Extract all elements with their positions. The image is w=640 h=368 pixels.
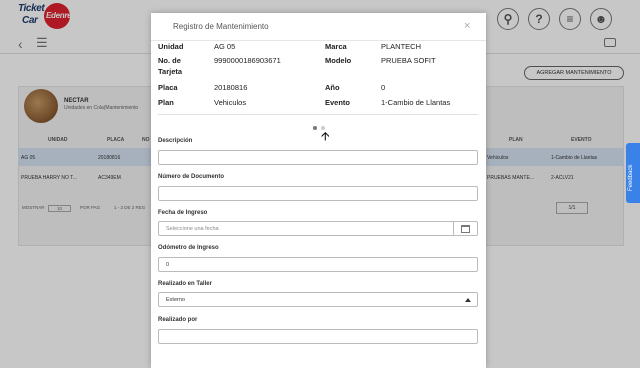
unidad-label: Unidad [158,42,184,51]
tarjeta-label-line2: Tarjeta [158,67,183,76]
taller-label: Realizado en Taller [158,281,212,287]
placa-label: Placa [158,83,178,92]
odometro-label: Odómetro de Ingreso [158,245,219,251]
feedback-label: Feedback [628,164,634,191]
marca-value: PLANTECH [381,42,422,51]
fecha-placeholder: Seleccione una fecha [166,225,219,232]
realizado-input[interactable] [158,329,478,344]
tarjeta-value: 9990000186903671 [214,56,281,65]
anio-value: 0 [381,83,386,92]
taller-select[interactable]: Externo [158,292,478,307]
marca-label: Marca [325,42,347,51]
fecha-label: Fecha de Ingreso [158,210,208,216]
anio-label: Año [325,83,340,92]
evento-value: 1-Cambio de Llantas [381,98,451,107]
divider [158,114,478,115]
plan-value: Vehiculos [214,98,247,107]
documento-label: Número de Documento [158,174,225,180]
calendar-icon [461,224,470,233]
plan-label: Plan [158,98,174,107]
unidad-value: AG 05 [214,42,236,51]
modelo-value: PRUEBA SOFIT [381,56,436,65]
tarjeta-label-line1: No. de [158,56,181,65]
close-icon[interactable]: × [464,20,470,32]
feedback-tab[interactable]: Feedback [626,143,640,203]
documento-input[interactable] [158,186,478,201]
carousel-dot-active[interactable] [313,126,317,130]
placa-value: 20180816 [214,83,248,92]
maintenance-modal: Registro de Mantenimiento × Unidad AG 05… [151,13,486,368]
odometro-input[interactable]: 0 [158,257,478,272]
descripcion-input[interactable] [158,150,478,165]
mouse-cursor-icon: 🡩 [321,129,330,143]
fecha-input[interactable]: Seleccione una fecha [158,221,478,236]
modal-title: Registro de Mantenimiento [173,22,269,31]
realizado-label: Realizado por [158,317,198,323]
descripcion-label: Descripción [158,138,193,144]
calendar-button[interactable] [453,222,477,235]
evento-label: Evento [325,98,351,107]
taller-selected-value: Externo [166,296,185,303]
modelo-label: Modelo [325,56,352,65]
divider [151,40,486,41]
caret-up-icon [465,298,471,302]
